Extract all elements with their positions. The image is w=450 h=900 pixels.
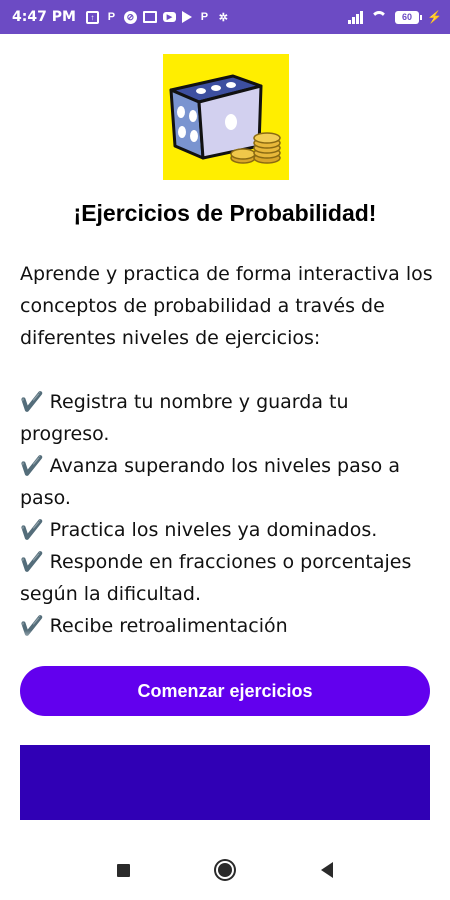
description-intro: Aprende y practica de forma interactiva … xyxy=(20,263,433,349)
feature-item: ✔️ Practica los niveles ya dominados. xyxy=(20,514,440,546)
dice-and-coins-icon xyxy=(163,54,289,180)
play-icon xyxy=(181,11,192,23)
app-logo xyxy=(163,54,289,180)
status-bar: 4:47 PM ↑ P ⊘ ▶ P ✲ 60 ⚡ xyxy=(0,0,450,34)
feature-text: Avanza superando los niveles paso a paso… xyxy=(20,455,400,509)
ad-banner[interactable] xyxy=(20,745,430,820)
p-icon: P xyxy=(200,11,209,23)
feature-item: ✔️ Responde en fracciones o porcentajes s… xyxy=(20,546,440,610)
signal-icon xyxy=(348,10,364,24)
youtube-icon: ▶ xyxy=(162,12,176,22)
scroll-fade xyxy=(20,630,440,646)
circle-slash-icon: ⊘ xyxy=(123,10,137,24)
check-mark-icon: ✔️ xyxy=(20,551,44,573)
status-right: 60 ⚡ xyxy=(348,9,442,25)
feature-text: Responde en fracciones o porcentajes seg… xyxy=(20,551,412,605)
feature-item: ✔️ Avanza superando los niveles paso a pa… xyxy=(20,450,440,514)
feature-list: ✔️ Registra tu nombre y guarda tu progres… xyxy=(20,386,440,642)
battery-level: 60 xyxy=(402,12,413,22)
recents-icon xyxy=(116,863,130,877)
gear-icon: ✲ xyxy=(218,11,228,24)
feature-text: Registra tu nombre y guarda tu progreso. xyxy=(20,391,349,445)
check-mark-icon: ✔️ xyxy=(20,455,44,477)
navigation-bar xyxy=(0,840,450,900)
home-icon xyxy=(218,863,232,877)
feature-item: ✔️ Registra tu nombre y guarda tu progres… xyxy=(20,386,440,450)
feature-text: Practica los niveles ya dominados. xyxy=(49,519,378,541)
back-button[interactable] xyxy=(315,858,339,882)
p-icon: P xyxy=(107,11,116,23)
check-mark-icon: ✔️ xyxy=(20,391,44,413)
battery-icon: 60 xyxy=(395,10,423,24)
charging-icon: ⚡ xyxy=(427,10,442,24)
check-mark-icon: ✔️ xyxy=(20,519,44,541)
description-area[interactable]: Aprende y practica de forma interactiva … xyxy=(20,258,440,644)
recents-button[interactable] xyxy=(111,858,135,882)
wifi-icon xyxy=(371,9,387,25)
start-exercises-button[interactable]: Comenzar ejercicios xyxy=(20,666,430,716)
status-time: 4:47 PM xyxy=(12,9,76,25)
status-left: 4:47 PM ↑ P ⊘ ▶ P ✲ xyxy=(12,9,230,25)
back-icon xyxy=(321,862,333,878)
home-button[interactable] xyxy=(213,858,237,882)
t-icon: ↑ xyxy=(85,10,99,24)
page-title: ¡Ejercicios de Probabilidad! xyxy=(73,200,377,226)
mail-icon xyxy=(142,11,157,23)
